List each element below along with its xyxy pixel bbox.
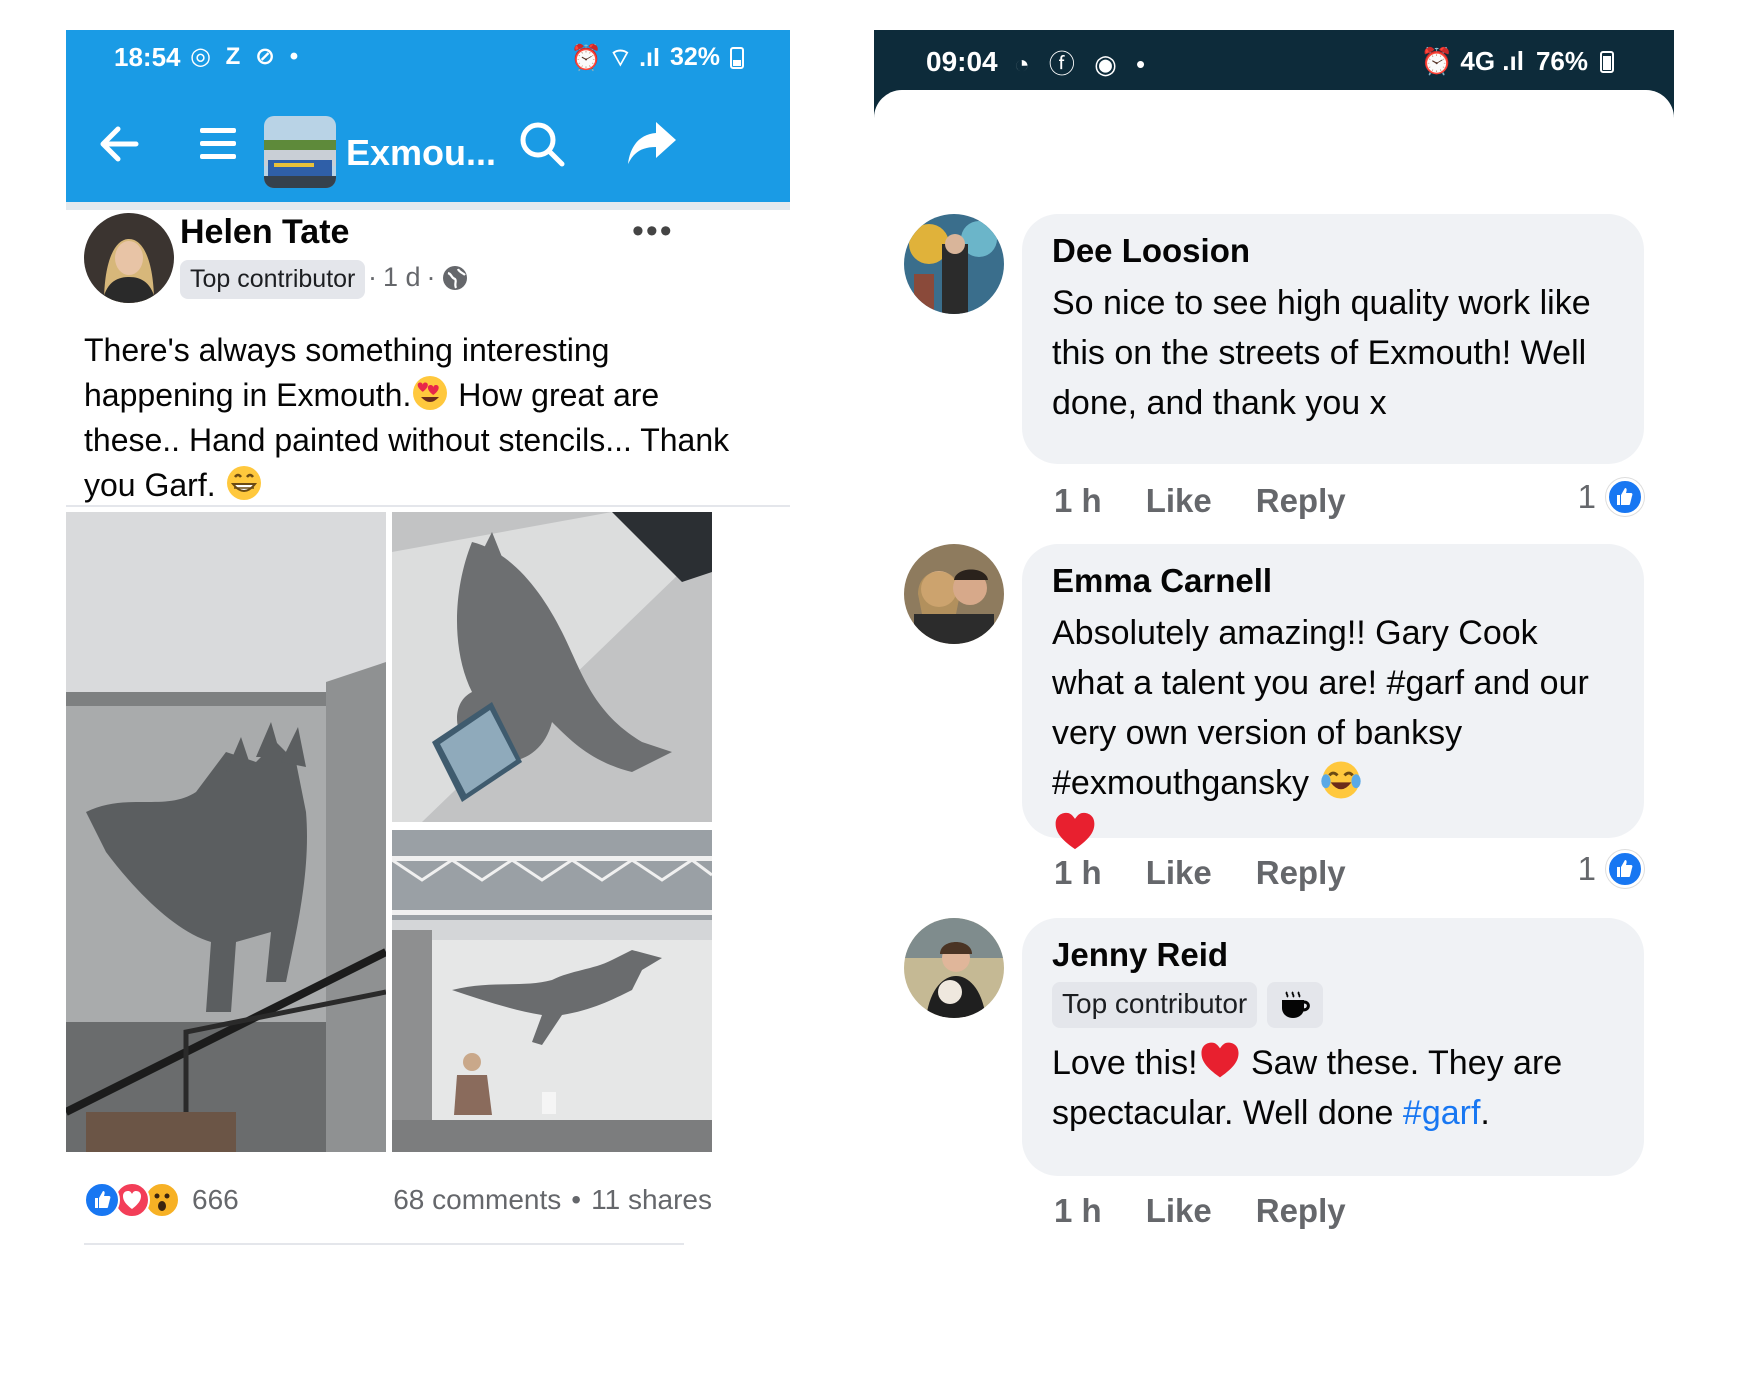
reply-button[interactable]: Reply xyxy=(1256,854,1346,892)
photo-artist-painting-mural[interactable] xyxy=(392,830,712,1152)
like-reaction-icon xyxy=(1606,478,1644,516)
appbar-divider xyxy=(66,202,790,210)
like-reaction-icon xyxy=(1606,850,1644,888)
like-button[interactable]: Like xyxy=(1146,1192,1212,1230)
battery-level: 76% xyxy=(1535,46,1588,76)
right-screenshot: 09:04 ◔ ⓕ ◉ • ⏰ 4G .ıl 76% Dee Loosion S… xyxy=(874,30,1674,1398)
globe-icon xyxy=(442,265,467,290)
commenter-badges: Top contributor xyxy=(1052,982,1616,1028)
signal-icons: ⏰ ⌔ .ıl xyxy=(570,44,660,72)
status-bar: 18:54 ◎ Z ⊘ • ⏰ ⌔ .ıl 32% xyxy=(66,30,790,88)
battery-icon xyxy=(730,46,744,69)
top-contributor-badge: Top contributor xyxy=(1052,982,1258,1028)
comments-sheet-top xyxy=(874,90,1674,150)
hashtag-link[interactable]: #garf xyxy=(1403,1094,1481,1132)
post-divider xyxy=(66,505,790,507)
comment-time[interactable]: 1 h xyxy=(1054,1192,1102,1230)
commenter-avatar[interactable] xyxy=(904,544,1004,644)
status-time: 18:54 xyxy=(114,42,181,72)
status-right: ⏰ 4G .ıl 76% xyxy=(1421,46,1614,77)
comment-bubble[interactable]: Dee Loosion So nice to see high quality … xyxy=(1022,214,1644,464)
like-reaction-icon xyxy=(84,1182,120,1218)
status-right: ⏰ ⌔ .ıl 32% xyxy=(571,42,744,73)
reply-button[interactable]: Reply xyxy=(1256,1192,1346,1230)
comment-count[interactable]: 68 comments xyxy=(393,1184,561,1216)
reply-button[interactable]: Reply xyxy=(1256,482,1346,520)
notification-icons: ◔ ⓕ ◉ • xyxy=(1014,49,1152,79)
post-time[interactable]: 1 d xyxy=(383,262,421,293)
commenter-avatar[interactable] xyxy=(904,918,1004,1018)
comment-text-part-3: . xyxy=(1480,1094,1490,1132)
reaction-summary[interactable]: 666 xyxy=(84,1182,239,1218)
reaction-count: 666 xyxy=(192,1184,239,1215)
comment-text: Absolutely amazing!! Gary Cook what a ta… xyxy=(1052,608,1616,862)
stats-dot: • xyxy=(571,1184,582,1215)
comment-bubble[interactable]: Jenny Reid Top contributor Love this! Sa… xyxy=(1022,918,1644,1176)
red-heart-emoji-icon xyxy=(1055,812,1095,850)
grinning-emoji-icon xyxy=(226,466,261,500)
comment-text: Love this! Saw these. They are spectacul… xyxy=(1052,1038,1616,1138)
commenter-name[interactable]: Emma Carnell xyxy=(1052,562,1616,600)
group-name[interactable]: Exmou... xyxy=(346,132,496,174)
post-stats: 68 comments • 11 shares xyxy=(393,1184,712,1216)
comment-bubble[interactable]: Emma Carnell Absolutely amazing!! Gary C… xyxy=(1022,544,1644,850)
comment-time[interactable]: 1 h xyxy=(1054,482,1102,520)
like-button[interactable]: Like xyxy=(1146,854,1212,892)
tears-of-joy-emoji-icon xyxy=(1320,761,1361,799)
post-text: There's always something interesting hap… xyxy=(84,328,754,508)
comment-text: So nice to see high quality work like th… xyxy=(1052,284,1591,422)
back-arrow-icon[interactable] xyxy=(92,116,148,172)
comment-like-count[interactable]: 1 xyxy=(1578,478,1644,516)
heart-eyes-emoji-icon xyxy=(413,376,448,410)
commenter-avatar[interactable] xyxy=(904,214,1004,314)
meta-separator: · xyxy=(426,262,436,292)
comment-actions: 1 h Like Reply xyxy=(1054,854,1346,892)
coffee-cup-badge-icon xyxy=(1267,982,1324,1028)
menu-icon[interactable] xyxy=(196,122,240,166)
photo-trex-mural[interactable] xyxy=(392,512,712,822)
share-icon[interactable] xyxy=(624,118,680,170)
more-options-icon[interactable]: ••• xyxy=(632,212,674,251)
notification-icons: ◎ Z ⊘ • xyxy=(190,43,303,70)
post-author[interactable]: Helen Tate xyxy=(180,213,349,252)
comment-text-part-1: Love this! xyxy=(1052,1044,1198,1082)
commenter-name[interactable]: Jenny Reid xyxy=(1052,936,1616,974)
top-contributor-badge: Top contributor xyxy=(180,260,366,299)
comment-actions: 1 h Like Reply xyxy=(1054,482,1346,520)
app-bar: Exmou... xyxy=(66,88,790,202)
post-bottom-divider xyxy=(84,1243,684,1245)
comment-like-count[interactable]: 1 xyxy=(1578,850,1644,888)
red-heart-emoji-icon xyxy=(1201,1042,1239,1078)
photo-stegosaurus-mural[interactable] xyxy=(66,512,386,1152)
comment-time[interactable]: 1 h xyxy=(1054,854,1102,892)
meta-separator: · xyxy=(368,262,377,292)
signal-icons: ⏰ 4G .ıl xyxy=(1420,46,1524,76)
post-meta: · 1 d · xyxy=(368,262,468,293)
like-count: 1 xyxy=(1577,478,1596,515)
comment-actions: 1 h Like Reply xyxy=(1054,1192,1346,1230)
like-button[interactable]: Like xyxy=(1146,482,1212,520)
status-time: 09:04 xyxy=(926,46,998,77)
group-thumbnail[interactable] xyxy=(264,116,336,188)
commenter-name[interactable]: Dee Loosion xyxy=(1052,232,1616,270)
battery-icon xyxy=(1600,50,1614,73)
like-count: 1 xyxy=(1577,850,1596,887)
author-avatar[interactable] xyxy=(84,213,174,303)
left-screenshot: 18:54 ◎ Z ⊘ • ⏰ ⌔ .ıl 32% Exmou... Helen… xyxy=(66,30,790,1398)
battery-level: 32% xyxy=(669,43,720,71)
share-count[interactable]: 11 shares xyxy=(591,1184,712,1216)
search-icon[interactable] xyxy=(516,118,568,170)
